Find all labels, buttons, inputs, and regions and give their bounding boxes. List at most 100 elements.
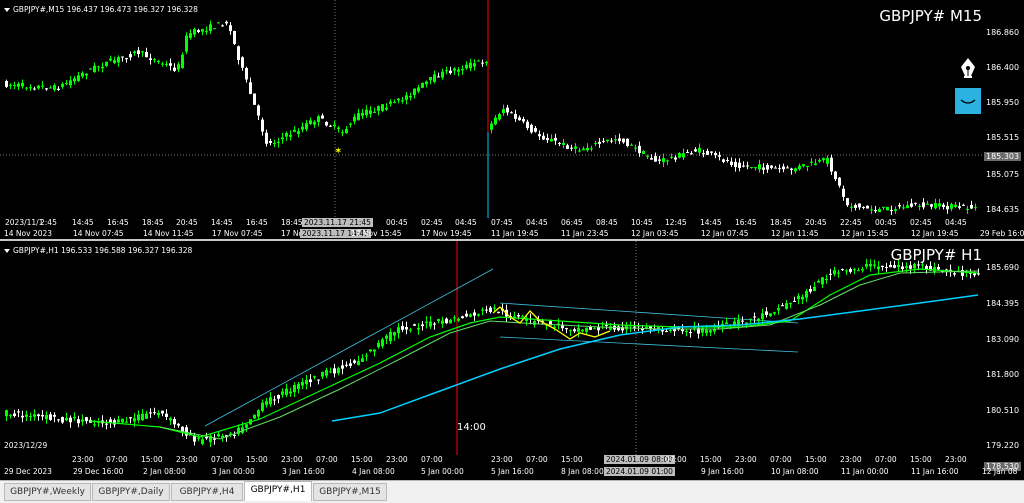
inner-time-label: 00:45 bbox=[875, 218, 897, 227]
inner-time-label: 07:00 bbox=[526, 455, 548, 464]
candle-body bbox=[269, 397, 272, 405]
time-axis-label: 29 Feb 16:0 bbox=[980, 229, 1024, 238]
candle-body bbox=[265, 132, 268, 144]
candle-body bbox=[49, 87, 52, 89]
candle-body bbox=[753, 316, 756, 318]
chart-h1-canvas[interactable] bbox=[0, 241, 1024, 479]
time-axis-label: 11 Jan 00:00 bbox=[841, 467, 889, 476]
inner-time-label: 14:45 bbox=[700, 218, 722, 227]
candle-body bbox=[349, 363, 352, 366]
chart-m15-canvas[interactable]: ✶ bbox=[0, 0, 1024, 239]
candle-body bbox=[585, 327, 588, 332]
candle-body bbox=[498, 114, 501, 120]
candle-body bbox=[81, 419, 84, 422]
inner-time-label: 20:45 bbox=[176, 218, 198, 227]
candle-body bbox=[898, 205, 901, 207]
candle-body bbox=[297, 131, 300, 134]
candle-body bbox=[177, 423, 180, 426]
time-axis-label: 29 Dec 2023 bbox=[4, 467, 52, 476]
candle-body bbox=[706, 150, 709, 155]
time-axis-label: 12 Jan 03:45 bbox=[631, 229, 679, 238]
candle-body bbox=[401, 326, 404, 330]
candle-body bbox=[289, 391, 292, 394]
candle-body bbox=[805, 291, 808, 298]
candle-body bbox=[869, 263, 872, 267]
candle-body bbox=[617, 326, 620, 331]
candle-body bbox=[101, 66, 104, 69]
inner-time-label: 18:45 bbox=[142, 218, 164, 227]
inner-time-label: 15:00 bbox=[141, 455, 163, 464]
time-axis-label: 11 Jan 16:00 bbox=[911, 467, 959, 476]
candle-body bbox=[61, 83, 64, 87]
candle-body bbox=[861, 269, 864, 271]
inner-time-label: 23:00 bbox=[281, 455, 303, 464]
candle-body bbox=[914, 202, 917, 204]
candle-body bbox=[489, 307, 492, 312]
candle-body bbox=[465, 64, 468, 69]
candle-body bbox=[149, 58, 152, 61]
candle-body bbox=[962, 204, 965, 206]
candle-body bbox=[953, 273, 956, 275]
candle-body bbox=[277, 395, 280, 399]
candle-body bbox=[429, 321, 432, 327]
candle-body bbox=[129, 54, 132, 58]
inner-time-label: 07:00 bbox=[770, 455, 792, 464]
dropdown-triangle-icon[interactable] bbox=[4, 8, 10, 12]
candle-body bbox=[658, 159, 661, 161]
tab-m15[interactable]: GBPJPY#,M15 bbox=[313, 483, 387, 501]
candle-body bbox=[533, 320, 536, 325]
candle-body bbox=[481, 309, 484, 311]
candle-body bbox=[465, 313, 468, 317]
inner-time-label: 04:45 bbox=[455, 218, 477, 227]
price-label: 185.690 bbox=[986, 263, 1020, 272]
candle-body bbox=[417, 328, 420, 330]
candle-body bbox=[273, 399, 276, 401]
tab-weekly[interactable]: GBPJPY#,Weekly bbox=[4, 483, 91, 501]
candle-body bbox=[49, 414, 52, 420]
chart-h1[interactable]: GBPJPY#,H1 196.533 196.588 196.327 196.3… bbox=[0, 241, 1024, 479]
candle-body bbox=[698, 147, 701, 153]
candle-body bbox=[217, 22, 220, 24]
candle-body bbox=[317, 379, 320, 381]
time-axis-label: 14 Nov 11:45 bbox=[143, 229, 194, 238]
candle-body bbox=[877, 266, 880, 270]
candle-body bbox=[785, 303, 788, 310]
candle-body bbox=[678, 153, 681, 158]
candle-body bbox=[798, 165, 801, 170]
candle-body bbox=[718, 155, 721, 157]
candle-body bbox=[157, 412, 160, 416]
candle-body bbox=[610, 140, 613, 142]
candle-body bbox=[45, 414, 48, 420]
candle-body bbox=[493, 307, 496, 309]
tab-h1[interactable]: GBPJPY#,H1 bbox=[244, 481, 312, 501]
candle-body bbox=[781, 305, 784, 307]
dropdown-triangle-icon[interactable] bbox=[4, 249, 10, 253]
time-axis-label: 5 Jan 16:00 bbox=[491, 467, 534, 476]
candle-body bbox=[389, 331, 392, 342]
inner-time-label: 15:00 bbox=[910, 455, 932, 464]
inner-time-label: 02:45 bbox=[910, 218, 932, 227]
candle-body bbox=[297, 383, 300, 389]
candle-body bbox=[606, 139, 609, 142]
smile-face-icon[interactable] bbox=[955, 88, 981, 114]
candle-body bbox=[642, 151, 645, 154]
cursor-time-label: 14:00 bbox=[457, 422, 486, 433]
time-axis-label: 11 Jan 19:45 bbox=[491, 229, 539, 238]
candle-body bbox=[53, 414, 56, 417]
candle-body bbox=[93, 65, 96, 73]
candle-body bbox=[502, 109, 505, 114]
chart-m15[interactable]: ✶ GBPJPY#,M15 196.437 196.473 196.327 19… bbox=[0, 0, 1024, 239]
inner-time-label: 15:00 bbox=[700, 455, 722, 464]
inner-time-label: 23:00 bbox=[491, 455, 513, 464]
candle-body bbox=[806, 165, 809, 167]
tab-daily[interactable]: GBPJPY#,Daily bbox=[92, 483, 170, 501]
pen-nib-icon[interactable] bbox=[955, 55, 981, 81]
candle-body bbox=[377, 342, 380, 348]
candle-body bbox=[149, 412, 152, 414]
candle-body bbox=[901, 266, 904, 269]
candle-body bbox=[702, 153, 705, 155]
candle-body bbox=[429, 77, 432, 81]
tab-h4[interactable]: GBPJPY#,H4 bbox=[171, 483, 243, 501]
candle-body bbox=[882, 206, 885, 208]
candle-body bbox=[802, 164, 805, 167]
